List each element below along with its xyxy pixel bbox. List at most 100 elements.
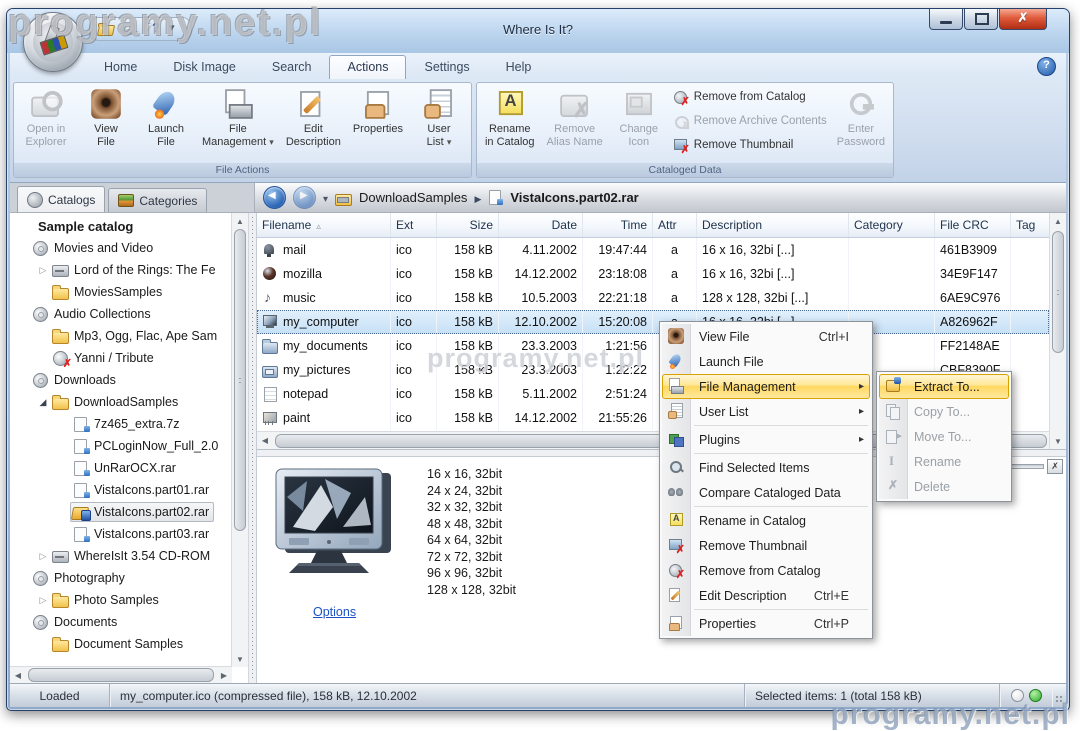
table-row[interactable]: mail ico 158 kB 4.11.2002 19:47:44 a 16 …	[257, 238, 1049, 262]
table-vertical-scrollbar[interactable]: ▲ ▼	[1049, 213, 1066, 449]
ribbon-button-enter-password[interactable]: Enter Password	[831, 85, 891, 151]
column-header[interactable]: Filename	[257, 213, 391, 237]
submenu-item[interactable]: Delete	[879, 474, 1009, 499]
column-header[interactable]: Date	[499, 213, 583, 237]
tree-item[interactable]: VistaIcons.part02.rar	[10, 501, 232, 523]
ribbon-button[interactable]: File Management ▾	[196, 85, 280, 161]
preview-close-icon[interactable]	[1047, 459, 1063, 474]
ribbon-small-button[interactable]: Remove from Catalog	[673, 89, 827, 105]
context-menu-item[interactable]: View File Ctrl+I	[662, 324, 870, 349]
context-menu-item[interactable]: Properties Ctrl+P	[662, 611, 870, 636]
save-icon[interactable]	[121, 21, 137, 37]
ribbon-button[interactable]: Remove Alias Name	[541, 85, 609, 161]
table-row[interactable]: my_computer ico 158 kB 12.10.2002 15:20:…	[257, 310, 1049, 334]
tree-item[interactable]: 7z465_extra.7z	[10, 413, 232, 435]
scroll-down-icon[interactable]: ▼	[1050, 433, 1066, 449]
tree-item[interactable]: Movies and Video	[10, 237, 232, 259]
tree-item[interactable]: MoviesSamples	[10, 281, 232, 303]
tree-item[interactable]: Downloads	[10, 369, 232, 391]
column-header[interactable]: File CRC	[935, 213, 1011, 237]
context-menu-item[interactable]: Plugins	[662, 427, 870, 452]
qat-more-icon[interactable]	[167, 21, 183, 37]
whats-this-icon[interactable]	[144, 21, 160, 37]
submenu-item[interactable]: Move To...	[879, 424, 1009, 449]
close-button[interactable]	[999, 9, 1047, 30]
ribbon-button[interactable]: Rename in Catalog	[479, 85, 541, 161]
scroll-up-icon[interactable]: ▲	[1050, 213, 1066, 229]
table-row[interactable]: mozilla ico 158 kB 14.12.2002 23:18:08 a…	[257, 262, 1049, 286]
ribbon-tab[interactable]: Home	[86, 55, 155, 79]
context-menu-item[interactable]: File Management	[662, 374, 870, 399]
tree-vertical-scrollbar[interactable]: ▲ ▼	[231, 213, 248, 667]
resize-grip[interactable]	[1052, 684, 1066, 707]
sidebar-tab[interactable]: Categories	[108, 188, 207, 212]
ribbon-button[interactable]: Edit Description ▾	[280, 85, 347, 161]
ribbon-button[interactable]: Launch File ▾	[136, 85, 196, 161]
back-button[interactable]	[263, 186, 286, 209]
open-catalog-icon[interactable]	[98, 21, 114, 37]
column-header[interactable]: Size	[437, 213, 499, 237]
column-header[interactable]: Ext	[391, 213, 437, 237]
table-row[interactable]: music ico 158 kB 10.5.2003 22:21:18 a 12…	[257, 286, 1049, 310]
tree-item[interactable]: PCLoginNow_Full_2.0	[10, 435, 232, 457]
column-header[interactable]: Category	[849, 213, 935, 237]
column-header[interactable]: Description	[697, 213, 849, 237]
column-header[interactable]: Tag	[1011, 213, 1049, 237]
context-menu-item[interactable]: Remove Thumbnail	[662, 533, 870, 558]
ribbon-button[interactable]: Open in Explorer ▾	[16, 85, 76, 161]
ribbon-tab[interactable]: Settings	[406, 55, 487, 79]
context-menu-item[interactable]: Find Selected Items	[662, 455, 870, 480]
sidebar-tab[interactable]: Catalogs	[17, 186, 105, 212]
tree-item[interactable]: UnRarOCX.rar	[10, 457, 232, 479]
maximize-button[interactable]	[964, 9, 998, 30]
tree-item[interactable]: DownloadSamples	[10, 391, 232, 413]
tree-item[interactable]: VistaIcons.part01.rar	[10, 479, 232, 501]
tree-expander-icon[interactable]	[36, 397, 50, 408]
tree-expander-icon[interactable]	[36, 265, 50, 276]
submenu-item[interactable]: Copy To...	[879, 399, 1009, 424]
tree-horizontal-scrollbar[interactable]: ◀ ▶	[10, 666, 232, 683]
tree-item[interactable]: Yanni / Tribute	[10, 347, 232, 369]
context-menu-item[interactable]: Launch File	[662, 349, 870, 374]
tree-item[interactable]: Sample catalog	[10, 215, 232, 237]
scroll-right-icon[interactable]: ▶	[216, 667, 232, 683]
ribbon-small-button[interactable]: Remove Thumbnail	[673, 137, 827, 153]
table-row[interactable]: my_documents ico 158 kB 23.3.2003 1:21:5…	[257, 334, 1049, 358]
title-bar[interactable]: Where Is It?	[7, 9, 1069, 53]
tree-item[interactable]: Audio Collections	[10, 303, 232, 325]
submenu-item[interactable]: Rename	[879, 449, 1009, 474]
context-menu-item[interactable]: Edit Description Ctrl+E	[662, 583, 870, 608]
ribbon-button[interactable]: User List ▾	[409, 85, 469, 161]
tree-item[interactable]: Document Samples	[10, 633, 232, 655]
breadcrumb-item-current[interactable]: VistaIcons.part02.rar	[510, 190, 638, 205]
forward-button[interactable]	[293, 186, 316, 209]
breadcrumb-item[interactable]: DownloadSamples	[359, 190, 467, 205]
context-menu-item[interactable]: User List	[662, 399, 870, 424]
scroll-left-icon[interactable]: ◀	[10, 667, 26, 683]
tree-item[interactable]: Documents	[10, 611, 232, 633]
ribbon-small-button[interactable]: Remove Archive Contents	[673, 113, 827, 129]
ribbon-tab[interactable]: Actions	[329, 55, 406, 79]
column-header[interactable]: Attr	[653, 213, 697, 237]
tree-item[interactable]: Photography	[10, 567, 232, 589]
nav-history-caret-icon[interactable]	[323, 190, 328, 205]
ribbon-button[interactable]: View File ▾	[76, 85, 136, 161]
tree-expander-icon[interactable]	[36, 551, 50, 562]
tree-expander-icon[interactable]	[36, 595, 50, 606]
help-icon[interactable]	[1037, 57, 1056, 76]
tree-item[interactable]: VistaIcons.part03.rar	[10, 523, 232, 545]
tree-item[interactable]: Mp3, Ogg, Flac, Ape Sam	[10, 325, 232, 347]
tree-item[interactable]: Lord of the Rings: The Fe	[10, 259, 232, 281]
ribbon-tab[interactable]: Search	[254, 55, 330, 79]
context-menu-item[interactable]: Compare Cataloged Data	[662, 480, 870, 505]
application-orb-button[interactable]	[23, 12, 83, 72]
options-link[interactable]: Options	[313, 605, 356, 619]
context-menu-item[interactable]: Rename in Catalog	[662, 508, 870, 533]
submenu-item[interactable]: Extract To...	[879, 374, 1009, 399]
ribbon-tab[interactable]: Help	[488, 55, 550, 79]
column-header[interactable]: Time	[583, 213, 653, 237]
vertical-splitter[interactable]	[248, 213, 257, 683]
scroll-up-icon[interactable]: ▲	[232, 213, 248, 229]
scroll-left-icon[interactable]: ◀	[257, 433, 273, 449]
scroll-down-icon[interactable]: ▼	[232, 651, 248, 667]
